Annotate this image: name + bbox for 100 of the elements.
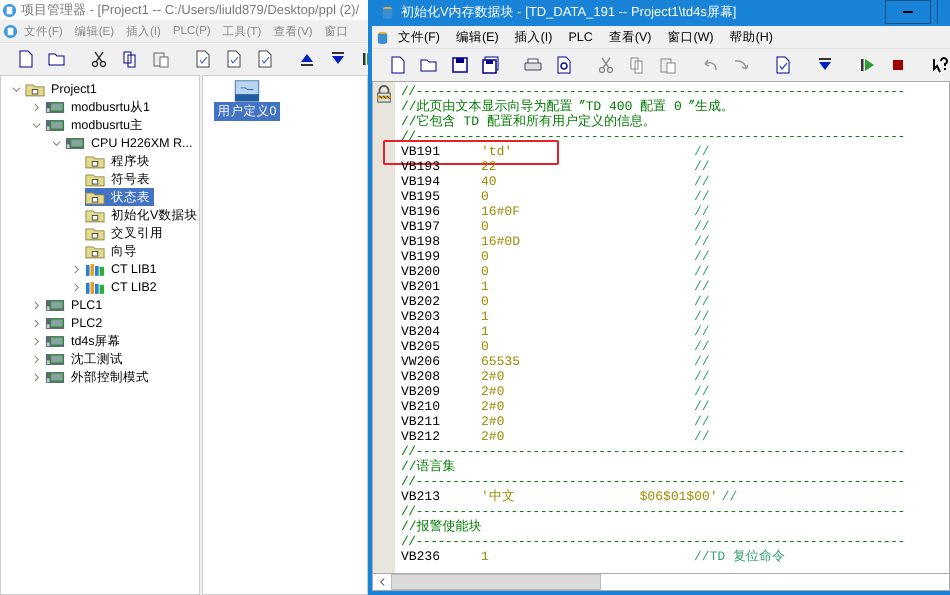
code-comment: // xyxy=(694,204,710,219)
scrollbar-thumb[interactable] xyxy=(391,574,601,590)
menu-item[interactable]: 编辑(E) xyxy=(448,26,507,48)
value-text: 2#0 xyxy=(481,414,506,429)
plc-module-icon xyxy=(45,352,65,366)
value-text: 2#0 xyxy=(481,369,506,384)
tree-item[interactable]: 初始化V数据块 xyxy=(85,206,202,224)
menu-item[interactable]: 文件(F) xyxy=(390,26,448,48)
folder-icon xyxy=(85,154,105,168)
collapse-chevron-icon[interactable] xyxy=(32,120,40,130)
tree-item[interactable]: PLC1 xyxy=(45,296,106,314)
value-text: 0 xyxy=(481,219,490,234)
code-comment: // xyxy=(694,354,710,369)
value-text: 1 xyxy=(481,324,490,339)
code-comment: //语言集 xyxy=(401,459,456,474)
folder-icon xyxy=(85,226,105,240)
app-logo-icon xyxy=(3,24,18,38)
menu-item[interactable]: 查看(V) xyxy=(600,26,660,48)
separator-comment: //------------------------------------------------------------------- xyxy=(401,129,905,144)
scroll-left-icon[interactable] xyxy=(378,577,386,587)
tree-item[interactable]: 外部控制模式 xyxy=(45,368,153,386)
plc-module-icon xyxy=(45,100,65,114)
code-comment: // xyxy=(694,294,710,309)
code-comment: // xyxy=(694,384,710,399)
books-icon xyxy=(85,262,105,276)
value-text: 2#0 xyxy=(481,384,506,399)
address-text: VB210 xyxy=(401,399,442,414)
window-title: 项目管理器 - [Project1 -- C:/Users/liuld879/Desktop/ppl (2)/ xyxy=(21,1,360,19)
status-table-icon[interactable] xyxy=(233,80,261,102)
value-text: 0 xyxy=(481,339,490,354)
separator-comment: //------------------------------------------------------------------- xyxy=(401,474,905,489)
address-text: VB202 xyxy=(401,294,442,309)
value-text: '中文 $06$01$00' xyxy=(481,489,719,504)
expand-chevron-icon[interactable] xyxy=(32,336,40,346)
expand-chevron-icon[interactable] xyxy=(32,372,40,382)
folder-icon xyxy=(85,244,105,258)
code-comment: // xyxy=(694,279,710,294)
tree-item[interactable]: 状态表 xyxy=(85,188,154,206)
menu-item[interactable]: 插入(I) xyxy=(506,26,560,48)
expand-chevron-icon[interactable] xyxy=(32,318,40,328)
address-text: VB211 xyxy=(401,414,442,429)
code-comment: //它包含 TD 配置和所有用户定义的信息。 xyxy=(401,114,656,129)
plc-module-icon xyxy=(45,298,65,312)
expand-chevron-icon[interactable] xyxy=(72,282,80,292)
address-text: VB212 xyxy=(401,429,442,444)
expand-chevron-icon[interactable] xyxy=(32,300,40,310)
tree-item[interactable]: 向导 xyxy=(85,242,141,260)
tree-item[interactable]: 沈工测试 xyxy=(45,350,127,368)
tree-item[interactable]: modbusrtu主 xyxy=(45,116,148,134)
tree-item[interactable]: CT LIB1 xyxy=(85,260,161,278)
folder-icon xyxy=(25,82,45,96)
address-text: VB200 xyxy=(401,264,442,279)
address-text: VB209 xyxy=(401,384,442,399)
expand-chevron-icon[interactable] xyxy=(32,102,40,112)
collapse-chevron-icon[interactable] xyxy=(52,138,60,148)
minimize-icon xyxy=(902,10,914,14)
tree-item[interactable]: CT LIB2 xyxy=(85,278,161,296)
expand-chevron-icon[interactable] xyxy=(32,354,40,364)
tree-item[interactable]: Project1 xyxy=(25,80,101,98)
address-text: VW206 xyxy=(401,354,442,369)
menu-item[interactable]: PLC xyxy=(560,28,601,46)
code-comment: // xyxy=(694,339,710,354)
menu-item[interactable]: 窗口(W) xyxy=(659,26,722,48)
value-text: 0 xyxy=(481,264,490,279)
window-title: 初始化V内存数据块 - [TD_DATA_191 -- Project1\td4s屏幕] xyxy=(401,3,736,21)
folder-icon xyxy=(85,172,105,186)
scissors-icon[interactable] xyxy=(89,49,109,69)
address-text: VB198 xyxy=(401,234,442,249)
tree-item[interactable]: 符号表 xyxy=(85,170,154,188)
folder-icon xyxy=(85,208,105,222)
code-comment: //TD 复位命令 xyxy=(694,549,786,564)
tree-item[interactable]: CPU H226XM R... xyxy=(65,134,196,152)
tree-item[interactable]: modbusrtu从1 xyxy=(45,98,154,116)
code-comment: // xyxy=(694,429,710,444)
tree-item[interactable]: 交叉引用 xyxy=(85,224,167,242)
address-text: VB208 xyxy=(401,369,442,384)
tree-item[interactable]: 程序块 xyxy=(85,152,154,170)
expand-chevron-icon[interactable] xyxy=(72,264,80,274)
plc-module-icon xyxy=(65,136,85,150)
value-text: 16#0D xyxy=(481,234,522,249)
value-text: 0 xyxy=(481,189,490,204)
value-text: 'td' xyxy=(481,144,514,159)
value-text: 1 xyxy=(481,309,490,324)
save-all-icon[interactable] xyxy=(481,55,501,75)
code-comment: // xyxy=(694,264,710,279)
code-comment: // xyxy=(694,414,710,429)
value-text: 0 xyxy=(481,294,490,309)
help-pointer-icon[interactable] xyxy=(930,55,950,75)
database-icon xyxy=(375,30,390,44)
code-comment: // xyxy=(694,234,710,249)
menu-item[interactable]: 帮助(H) xyxy=(722,26,781,48)
plc-module-icon xyxy=(45,118,65,132)
collapse-chevron-icon[interactable] xyxy=(12,84,20,94)
code-comment: // xyxy=(694,144,710,159)
tree-item[interactable]: td4s屏幕 xyxy=(45,332,125,350)
address-text: VB213 xyxy=(401,489,442,504)
save-icon[interactable] xyxy=(450,55,470,75)
tree-item[interactable]: PLC2 xyxy=(45,314,106,332)
database-icon xyxy=(380,4,395,20)
item-label[interactable]: 用户定义0 xyxy=(214,102,280,121)
